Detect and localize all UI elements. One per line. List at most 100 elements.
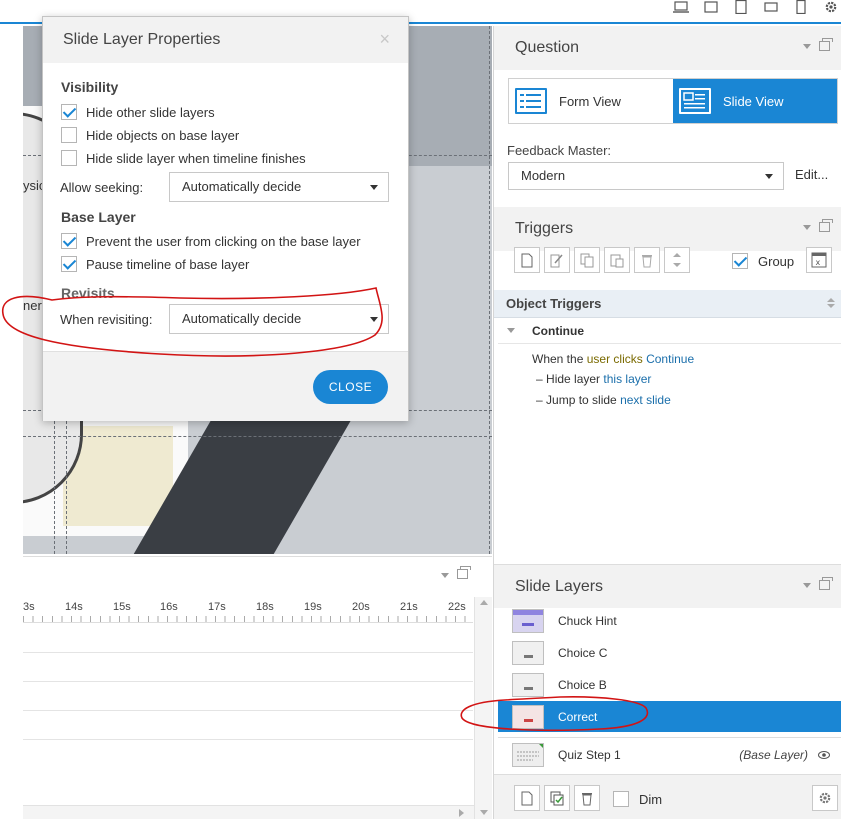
- layer-properties-button[interactable]: [812, 785, 838, 811]
- prevent-click-base-checkbox[interactable]: [61, 233, 77, 249]
- slide-layer-item-selected[interactable]: Correct: [498, 701, 841, 732]
- trigger-action-row[interactable]: – Hide layer this layer: [536, 372, 651, 386]
- slide-layer-item[interactable]: Chuck Hint: [498, 605, 841, 636]
- layer-name: Choice B: [558, 677, 607, 692]
- tablet-portrait-icon[interactable]: [732, 0, 750, 14]
- panel-restore-icon[interactable]: [457, 566, 471, 579]
- question-panel-controls: [803, 38, 833, 51]
- when-revisiting-value: Automatically decide: [182, 311, 302, 326]
- option-label: Prevent the user from clicking on the ba…: [86, 233, 361, 249]
- dim-toggle[interactable]: Dim: [613, 791, 662, 807]
- ruler-ticks: [23, 616, 473, 622]
- slide-layer-item[interactable]: Choice C: [498, 637, 841, 668]
- panel-restore-icon[interactable]: [819, 577, 833, 590]
- timeline-track-row[interactable]: [23, 681, 473, 682]
- triggers-panel-header: Triggers: [494, 207, 841, 251]
- timeline-ruler[interactable]: 3s 14s 15s 16s 17s 18s 19s 20s 21s 22s: [23, 597, 473, 623]
- settings-gear-icon[interactable]: [822, 0, 840, 14]
- ruler-label: 22s: [448, 601, 466, 613]
- delete-layer-button[interactable]: [574, 785, 600, 811]
- close-button[interactable]: CLOSE: [313, 370, 388, 404]
- dim-label: Dim: [639, 791, 663, 807]
- allow-seeking-label: Allow seeking:: [60, 180, 144, 195]
- group-toggle[interactable]: Group: [732, 253, 794, 269]
- option-label: Pause timeline of base layer: [86, 256, 250, 272]
- phone-landscape-icon[interactable]: [762, 0, 780, 14]
- panel-menu-caret-icon[interactable]: [441, 573, 449, 578]
- trigger-variables-button[interactable]: x: [806, 247, 832, 273]
- hide-when-timeline-finishes-option[interactable]: Hide slide layer when timeline finishes: [61, 150, 306, 166]
- new-layer-button[interactable]: [514, 785, 540, 811]
- when-revisiting-select[interactable]: Automatically decide: [169, 304, 389, 334]
- tablet-landscape-icon[interactable]: [702, 0, 720, 14]
- panel-restore-icon[interactable]: [819, 219, 833, 232]
- timeline-track-row[interactable]: [23, 739, 473, 740]
- pause-base-timeline-checkbox[interactable]: [61, 256, 77, 272]
- copy-trigger-button[interactable]: [574, 247, 600, 273]
- trigger-action-dash: –: [536, 372, 543, 386]
- slide-layers-panel-controls: [803, 577, 833, 590]
- trigger-action-dash: –: [536, 393, 543, 407]
- trigger-action-target: next slide: [620, 393, 671, 407]
- new-trigger-button[interactable]: [514, 247, 540, 273]
- delete-trigger-button[interactable]: [634, 247, 660, 273]
- prevent-click-base-option[interactable]: Prevent the user from clicking on the ba…: [61, 233, 361, 249]
- edit-feedback-master-link[interactable]: Edit...: [795, 167, 828, 182]
- group-label: Group: [758, 253, 795, 269]
- arrow-down-icon: [673, 263, 681, 267]
- revisits-heading: Revisits: [61, 285, 115, 301]
- ruler-label: 20s: [352, 601, 370, 613]
- panel-menu-caret-icon[interactable]: [803, 582, 811, 588]
- layer-thumbnail: [512, 640, 544, 665]
- panel-menu-caret-icon[interactable]: [803, 43, 811, 49]
- panel-menu-caret-icon[interactable]: [803, 224, 811, 230]
- copy-icon: [580, 253, 594, 267]
- move-trigger-updown-button[interactable]: [664, 247, 690, 273]
- allow-seeking-select[interactable]: Automatically decide: [169, 172, 389, 202]
- timeline-horizontal-scrollbar[interactable]: [23, 805, 474, 819]
- ruler-label: 14s: [65, 601, 83, 613]
- trigger-action-target: this layer: [603, 372, 652, 386]
- group-checkbox[interactable]: [732, 253, 748, 269]
- slide-layer-item[interactable]: Choice B: [498, 669, 841, 700]
- base-layer-item[interactable]: Quiz Step 1 (Base Layer): [498, 737, 841, 771]
- phone-portrait-icon[interactable]: [792, 0, 810, 14]
- dialog-title-bar[interactable]: Slide Layer Properties ×: [43, 17, 408, 63]
- hide-when-timeline-finishes-checkbox[interactable]: [61, 150, 77, 166]
- guide-line: [23, 436, 492, 437]
- new-document-icon: [521, 253, 533, 267]
- dim-checkbox[interactable]: [613, 791, 629, 807]
- object-triggers-title: Object Triggers: [506, 296, 602, 311]
- slide-view-label: Slide View: [723, 93, 784, 109]
- trigger-group-continue[interactable]: Continue: [498, 318, 841, 344]
- feedback-master-select[interactable]: Modern: [508, 162, 784, 190]
- timeline-vertical-scrollbar[interactable]: [474, 597, 492, 819]
- form-view-button[interactable]: Form View: [509, 79, 673, 123]
- feedback-master-value: Modern: [521, 168, 566, 183]
- pause-base-timeline-option[interactable]: Pause timeline of base layer: [61, 256, 249, 272]
- layer-thumbnail: [512, 672, 544, 697]
- trigger-when-text: When the: [532, 352, 584, 366]
- ruler-label: 19s: [304, 601, 322, 613]
- hide-base-objects-option[interactable]: Hide objects on base layer: [61, 127, 239, 143]
- hide-other-layers-option[interactable]: Hide other slide layers: [61, 104, 215, 120]
- layer-thumbnail: [512, 704, 544, 729]
- close-icon[interactable]: ×: [379, 29, 390, 50]
- paste-trigger-button[interactable]: [604, 247, 630, 273]
- question-panel-header: Question: [494, 26, 841, 70]
- hide-other-layers-checkbox[interactable]: [61, 104, 77, 120]
- allow-seeking-value: Automatically decide: [182, 179, 302, 194]
- edit-trigger-button[interactable]: [544, 247, 570, 273]
- duplicate-layer-button[interactable]: [544, 785, 570, 811]
- arrow-up-icon: [673, 253, 681, 257]
- object-triggers-header: Object Triggers: [494, 290, 841, 318]
- panel-restore-icon[interactable]: [819, 38, 833, 51]
- slide-view-button[interactable]: Slide View: [673, 79, 837, 123]
- trigger-condition[interactable]: When the user clicks Continue: [532, 352, 694, 366]
- trigger-action-row[interactable]: – Jump to slide next slide: [536, 393, 671, 407]
- timeline-track-row[interactable]: [23, 710, 473, 711]
- hide-base-objects-checkbox[interactable]: [61, 127, 77, 143]
- trigger-object-text: Continue: [646, 352, 695, 366]
- laptop-preview-icon[interactable]: [672, 0, 690, 14]
- timeline-track-row[interactable]: [23, 652, 473, 653]
